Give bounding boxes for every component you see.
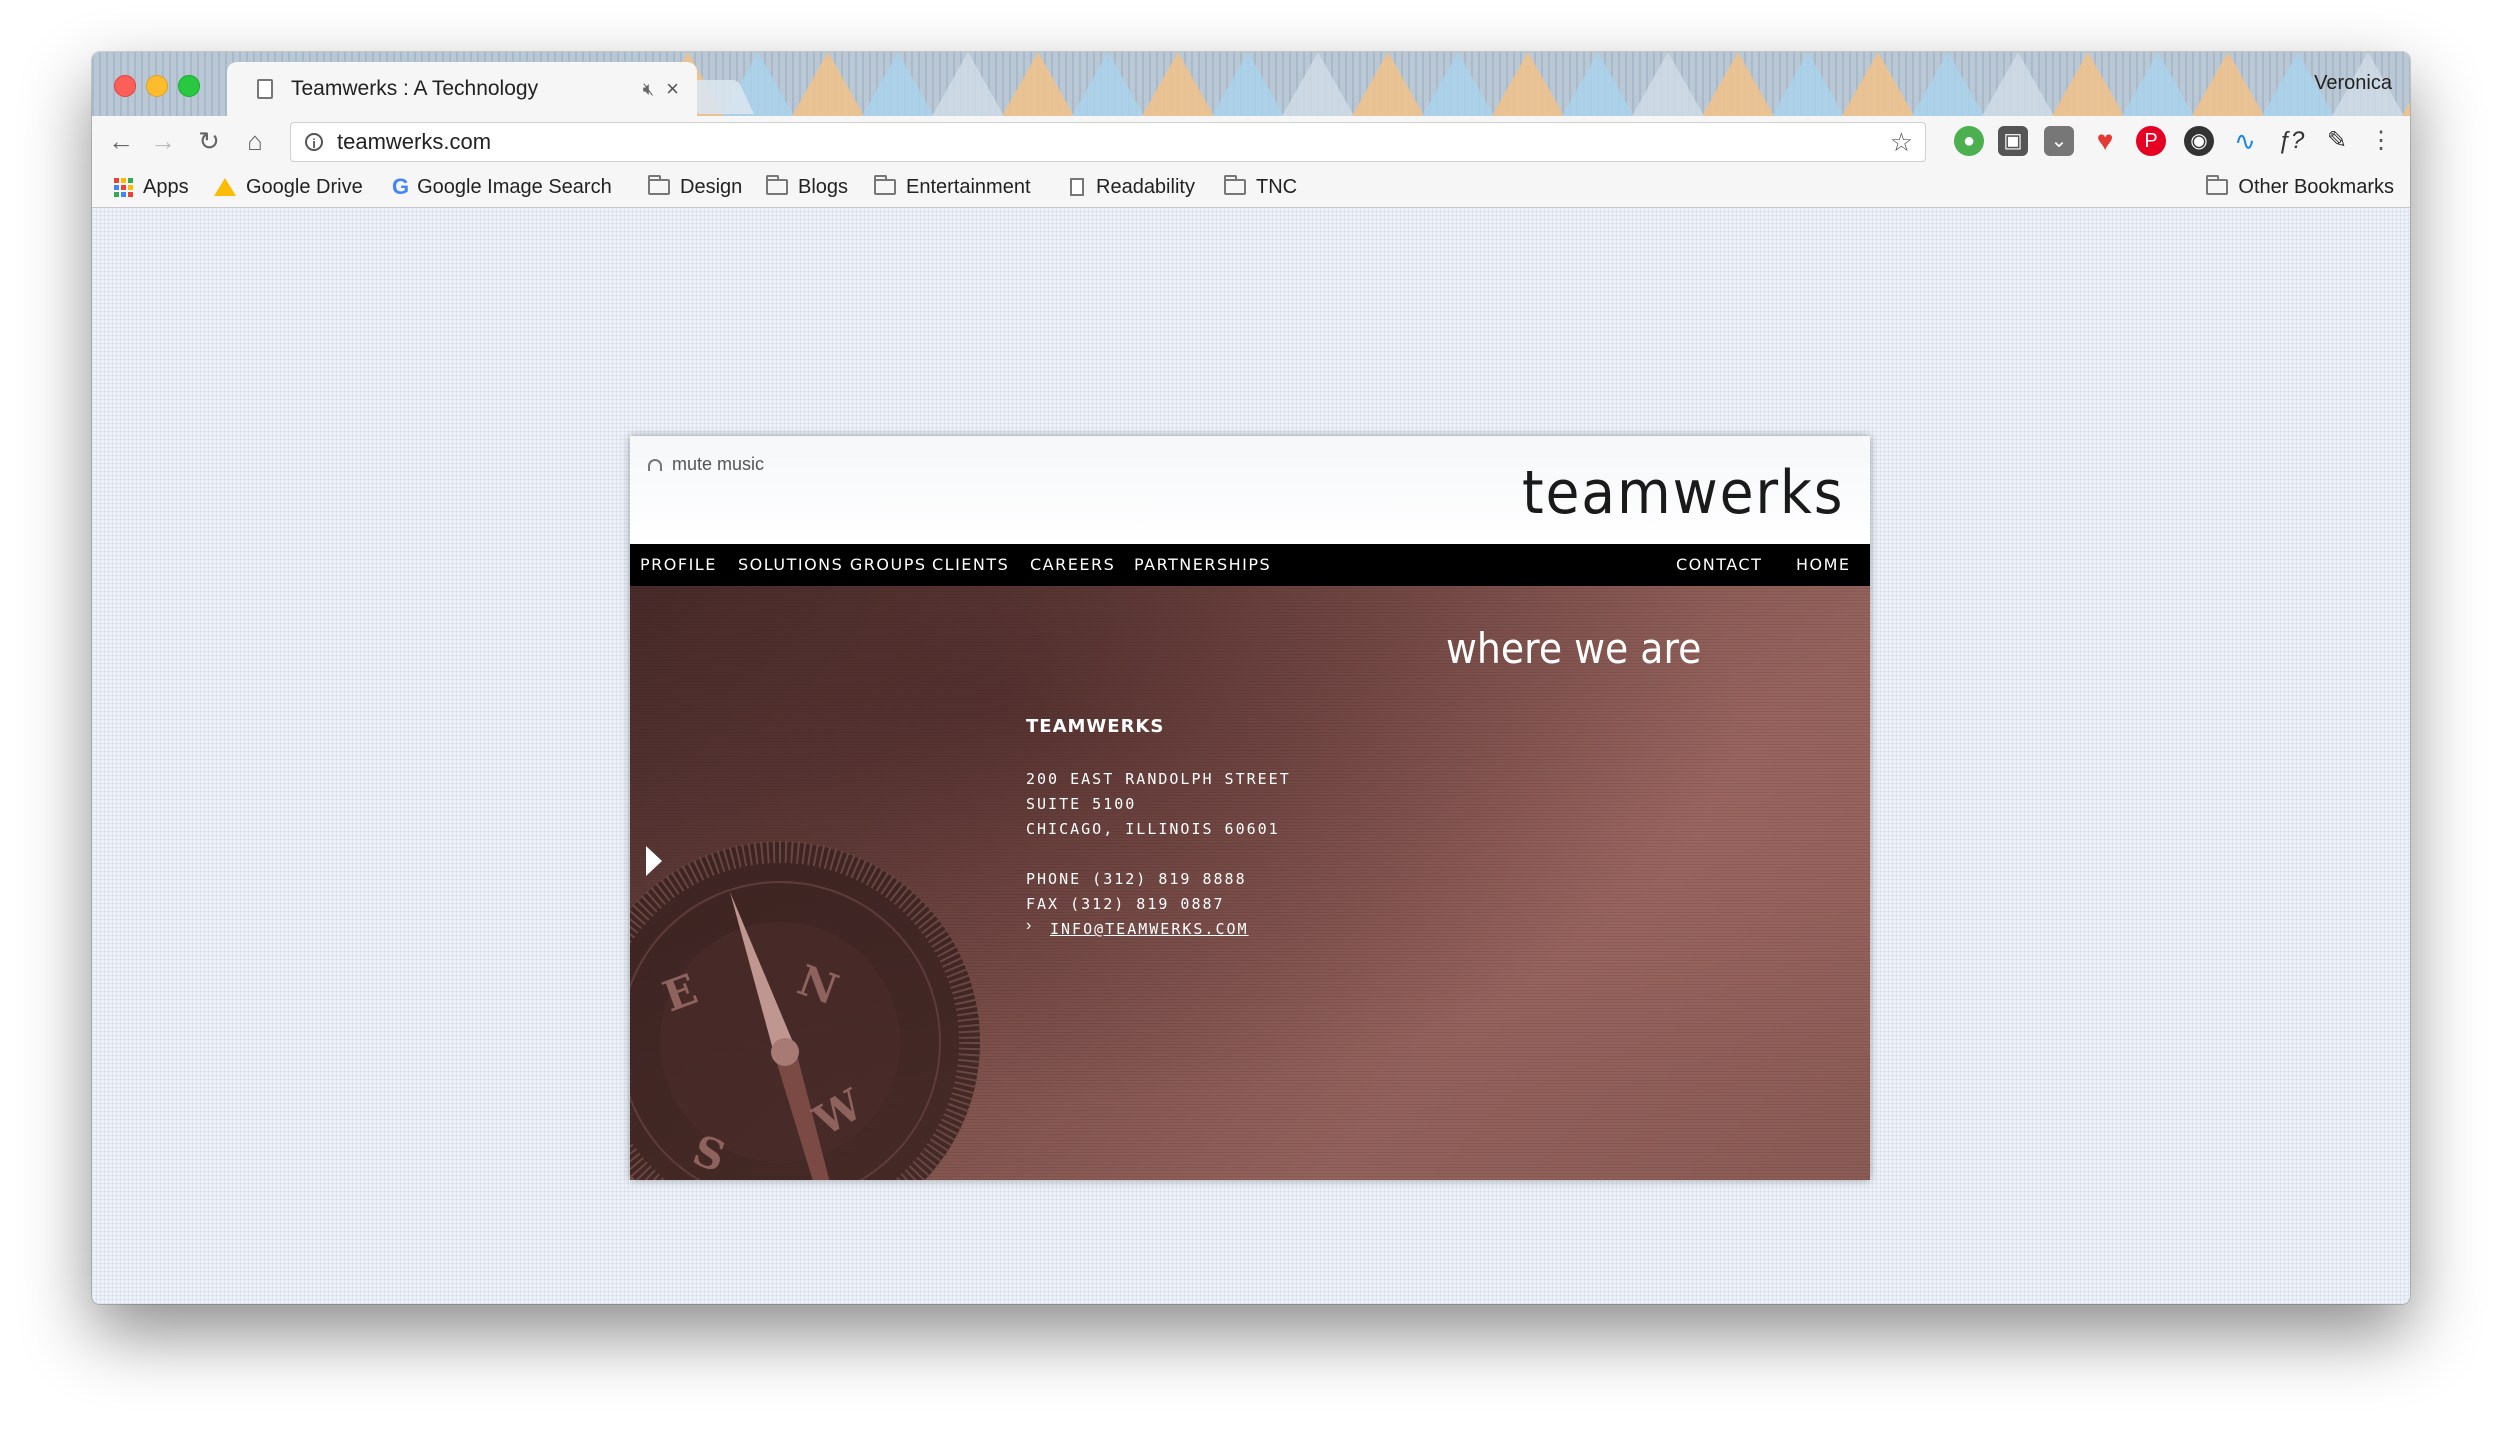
- nav-clients[interactable]: CLIENTS: [932, 544, 1009, 586]
- tab-title: Teamwerks : A Technology: [291, 77, 539, 100]
- camera-lens-icon[interactable]: ◉: [2184, 126, 2214, 156]
- speaker-muted-icon[interactable]: 🔇︎: [643, 79, 654, 100]
- address-line-2: SUITE 5100: [1026, 795, 1137, 813]
- address-line-1: 200 EAST RANDOLPH STREET: [1026, 770, 1291, 788]
- theme-pattern: [652, 52, 2410, 116]
- tab-teamwerks[interactable]: Teamwerks : A Technology 🔇︎ ×: [227, 62, 697, 116]
- compass-image: E N W S: [630, 841, 981, 1180]
- folder-icon: [874, 175, 896, 195]
- heart-icon[interactable]: ♥: [2090, 126, 2120, 156]
- nav-solutions-groups[interactable]: SOLUTIONS GROUPS: [738, 544, 927, 586]
- extension-green-icon[interactable]: ●: [1954, 126, 1984, 156]
- google-icon: G: [392, 174, 410, 199]
- bookmarks-bar: Apps Google Drive G Google Image Search …: [92, 166, 2410, 208]
- close-tab-icon[interactable]: ×: [666, 76, 679, 102]
- headphones-icon: [648, 458, 662, 471]
- mute-music-toggle[interactable]: mute music: [648, 454, 764, 475]
- bookmark-entertainment[interactable]: Entertainment: [874, 172, 1031, 202]
- site-nav: PROFILE SOLUTIONS GROUPS CLIENTS CAREERS…: [630, 544, 1870, 586]
- eyedropper-icon[interactable]: ✎: [2322, 126, 2352, 156]
- bookmark-apps[interactable]: Apps: [114, 172, 189, 202]
- nav-home[interactable]: HOME: [1796, 544, 1851, 586]
- bookmark-google-drive[interactable]: Google Drive: [214, 172, 363, 202]
- home-icon[interactable]: ⌂: [238, 124, 272, 158]
- page-icon: [1070, 178, 1084, 196]
- page-viewport: mute music teamwerks PROFILE SOLUTIONS G…: [92, 208, 2410, 1304]
- page-icon: [257, 79, 273, 99]
- chevron-right-icon: ›: [1026, 917, 1032, 934]
- folder-icon: [1224, 175, 1246, 195]
- google-drive-icon: [214, 178, 236, 196]
- site-logo[interactable]: teamwerks: [1522, 458, 1844, 528]
- reload-icon[interactable]: ↻: [192, 124, 226, 158]
- browser-window: Teamwerks : A Technology 🔇︎ × Veronica ←…: [92, 52, 2410, 1304]
- nav-contact[interactable]: CONTACT: [1676, 544, 1762, 586]
- email-link[interactable]: INFO@TEAMWERKS.COM: [1050, 920, 1249, 938]
- bookmark-design[interactable]: Design: [648, 172, 742, 202]
- contact-panel: E N W S where we are TEAMWERKS 200 EAST …: [630, 586, 1870, 1180]
- tab-strip: Teamwerks : A Technology 🔇︎ × Veronica: [92, 52, 2410, 116]
- maximize-window-button[interactable]: [178, 75, 200, 97]
- wave-extension-icon[interactable]: ∿: [2230, 126, 2260, 156]
- apps-grid-icon: [114, 177, 133, 197]
- folder-icon: [766, 175, 788, 195]
- folder-icon: [648, 175, 670, 195]
- extension-evernote-icon[interactable]: ▣: [1998, 126, 2028, 156]
- forward-arrow-icon[interactable]: →: [146, 124, 180, 158]
- font-finder-icon[interactable]: ƒ?: [2276, 126, 2306, 156]
- pinterest-icon[interactable]: P: [2136, 126, 2166, 156]
- bookmark-blogs[interactable]: Blogs: [766, 172, 848, 202]
- close-window-button[interactable]: [114, 75, 136, 97]
- pocket-icon[interactable]: ⌄: [2044, 126, 2074, 156]
- bookmark-tnc[interactable]: TNC: [1224, 172, 1297, 202]
- toolbar: ← → ↻ ⌂ i teamwerks.com ☆ ● ▣ ⌄ ♥ P ◉ ∿ …: [92, 116, 2410, 166]
- play-icon[interactable]: [646, 846, 662, 876]
- nav-careers[interactable]: CAREERS: [1030, 544, 1115, 586]
- nav-profile[interactable]: PROFILE: [640, 544, 717, 586]
- phone-number: PHONE (312) 819 8888: [1026, 870, 1247, 888]
- bookmark-readability[interactable]: Readability: [1070, 172, 1195, 202]
- address-bar[interactable]: i teamwerks.com ☆: [290, 122, 1926, 162]
- fax-number: FAX (312) 819 0887: [1026, 895, 1225, 913]
- url-text[interactable]: teamwerks.com: [337, 129, 1890, 155]
- info-icon[interactable]: i: [305, 133, 323, 151]
- page-heading: where we are: [1446, 624, 1702, 673]
- bookmark-star-icon[interactable]: ☆: [1890, 127, 1913, 158]
- bookmark-google-image-search[interactable]: G Google Image Search: [392, 172, 612, 202]
- folder-icon: [2206, 175, 2229, 195]
- minimize-window-button[interactable]: [146, 75, 168, 97]
- profile-name[interactable]: Veronica: [2314, 72, 2392, 95]
- company-name: TEAMWERKS: [1026, 716, 1165, 737]
- address-line-3: CHICAGO, ILLINOIS 60601: [1026, 820, 1280, 838]
- nav-partnerships[interactable]: PARTNERSHIPS: [1134, 544, 1271, 586]
- site-frame: mute music teamwerks PROFILE SOLUTIONS G…: [630, 436, 1870, 1180]
- other-bookmarks[interactable]: Other Bookmarks: [2206, 172, 2394, 202]
- back-arrow-icon[interactable]: ←: [104, 124, 138, 158]
- mute-music-label: mute music: [672, 454, 765, 474]
- site-header: mute music teamwerks: [630, 436, 1870, 544]
- menu-dots-icon[interactable]: ⋮: [2366, 126, 2396, 156]
